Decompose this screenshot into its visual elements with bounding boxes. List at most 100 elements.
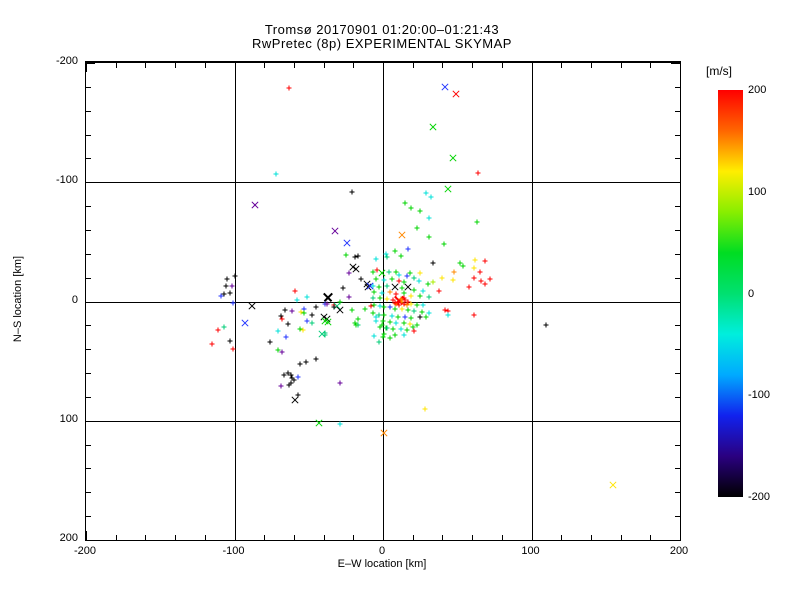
scatter-point xyxy=(471,312,477,318)
tick-mark xyxy=(472,535,474,540)
scatter-point xyxy=(300,327,306,333)
scatter-point xyxy=(446,152,459,165)
scatter-point xyxy=(324,301,330,307)
gridline-vertical xyxy=(531,63,533,540)
scatter-point xyxy=(337,421,343,427)
tick-mark xyxy=(86,373,91,375)
scatter-point xyxy=(416,278,422,284)
scatter-point xyxy=(223,283,229,289)
tick-mark xyxy=(561,535,563,540)
scatter-point xyxy=(543,322,549,328)
scatter-point xyxy=(430,260,436,266)
tick-mark xyxy=(590,63,592,68)
tick-mark xyxy=(671,182,680,184)
tick-mark xyxy=(86,468,91,470)
scatter-point xyxy=(475,170,481,176)
tick-mark xyxy=(86,158,91,160)
scatter-point xyxy=(428,194,434,200)
tick-mark xyxy=(86,134,91,136)
scatter-point xyxy=(304,294,310,300)
scatter-point xyxy=(436,288,442,294)
tick-mark xyxy=(675,373,680,375)
tick-mark xyxy=(675,277,680,279)
colorbar-tick-label: -100 xyxy=(748,389,771,402)
tick-mark xyxy=(620,535,622,540)
tick-mark xyxy=(86,182,95,184)
scatter-point xyxy=(282,307,288,313)
scatter-point xyxy=(442,183,455,196)
tick-mark xyxy=(675,396,680,398)
tick-mark xyxy=(561,63,563,68)
tick-mark xyxy=(680,63,681,72)
tick-mark xyxy=(675,253,680,255)
scatter-point xyxy=(329,225,342,238)
scatter-point xyxy=(297,361,303,366)
scatter-point xyxy=(450,277,456,283)
tick-mark xyxy=(86,325,91,327)
tick-mark xyxy=(234,531,236,540)
tick-mark xyxy=(353,535,355,540)
scatter-point xyxy=(414,302,420,308)
scatter-point xyxy=(230,346,236,352)
tick-mark xyxy=(501,535,503,540)
scatter-point xyxy=(398,253,404,259)
scatter-point xyxy=(411,328,417,334)
colorbar-tick-label: 200 xyxy=(748,84,767,96)
scatter-point xyxy=(376,284,382,290)
scatter-point xyxy=(380,318,386,324)
tick-mark xyxy=(675,516,680,518)
scatter-point xyxy=(423,314,429,320)
scatter-point xyxy=(313,417,326,430)
scatter-point xyxy=(309,312,315,318)
scatter-point xyxy=(402,314,408,320)
scatter-point xyxy=(439,275,445,281)
scatter-point xyxy=(405,307,411,313)
gridline-horizontal xyxy=(86,182,680,184)
figure-title: Tromsø 20170901 01:20:00–01:21:43 xyxy=(264,22,500,37)
scatter-point xyxy=(381,312,387,318)
scatter-point xyxy=(353,322,359,328)
tick-mark xyxy=(442,63,444,68)
scatter-point xyxy=(427,121,440,134)
scatter-point xyxy=(249,199,262,212)
scatter-point xyxy=(349,189,355,195)
scatter-point xyxy=(378,426,391,439)
scatter-point xyxy=(399,306,405,312)
tick-mark xyxy=(675,110,680,112)
scatter-point xyxy=(229,283,235,289)
scatter-point xyxy=(411,308,417,314)
tick-mark xyxy=(531,63,533,72)
tick-mark xyxy=(86,206,91,208)
scatter-point xyxy=(381,304,387,310)
tick-mark xyxy=(671,420,680,422)
tick-mark xyxy=(472,63,474,68)
x-tick-label: -200 xyxy=(73,545,97,557)
scatter-point xyxy=(451,269,457,275)
scatter-point xyxy=(449,88,462,101)
tick-mark xyxy=(650,535,652,540)
scatter-point xyxy=(381,277,387,283)
scatter-point xyxy=(355,253,361,259)
scatter-point xyxy=(401,295,407,301)
scatter-point xyxy=(405,246,411,252)
gridline-horizontal xyxy=(86,301,680,303)
tick-mark xyxy=(86,229,91,231)
scatter-point xyxy=(209,341,215,347)
scatter-point xyxy=(414,225,420,231)
scatter-point xyxy=(392,332,398,338)
tick-mark xyxy=(353,63,355,68)
scatter-point xyxy=(313,356,319,362)
colorbar-tick-label: 100 xyxy=(748,185,767,198)
scatter-point xyxy=(283,334,289,340)
scatter-point xyxy=(294,297,300,303)
y-tick-label: 100 xyxy=(59,412,78,425)
scatter-point xyxy=(471,275,477,281)
scatter-point xyxy=(460,263,466,269)
tick-mark xyxy=(501,63,503,68)
tick-mark xyxy=(115,63,117,68)
tick-mark xyxy=(86,492,91,494)
tick-mark xyxy=(323,535,325,540)
scatter-point xyxy=(396,228,409,241)
scatter-point xyxy=(224,276,230,282)
scatter-point xyxy=(281,372,286,378)
